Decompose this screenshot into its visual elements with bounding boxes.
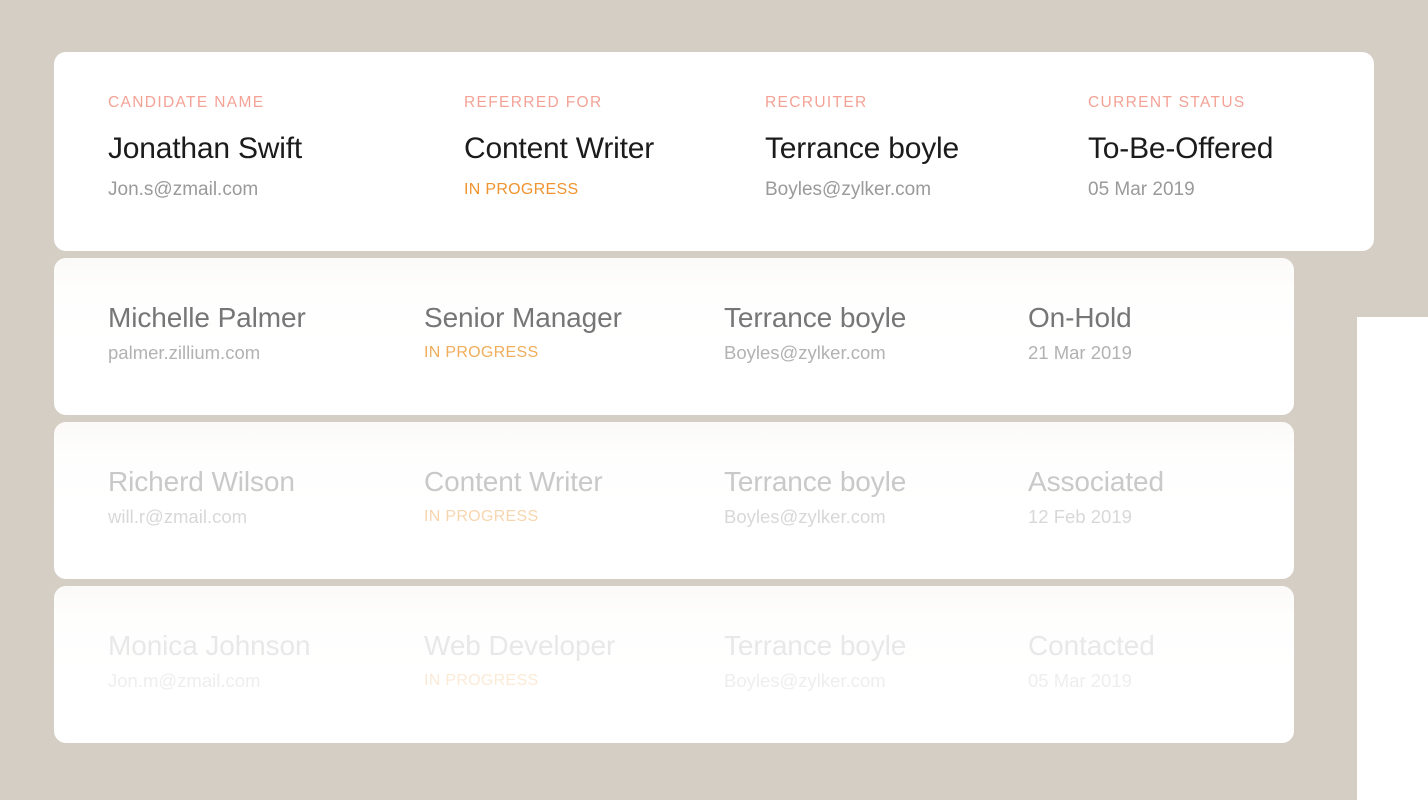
candidate-referral-board: CANDIDATE NAME Jonathan Swift Jon.s@zmai… (0, 0, 1428, 800)
row-candidate-email: palmer.zillium.com (108, 342, 261, 363)
row-referred-for: Senior Manager (424, 302, 622, 333)
featured-recruiter-email: Boyles@zylker.com (765, 179, 932, 200)
featured-current-status: To-Be-Offered (1088, 132, 1274, 165)
candidate-row[interactable]: Michelle Palmer palmer.zillium.com Senio… (54, 258, 1294, 415)
row-recruiter-name: Terrance boyle (724, 302, 907, 333)
featured-candidate-email: Jon.s@zmail.com (108, 179, 259, 200)
featured-candidate-card[interactable]: CANDIDATE NAME Jonathan Swift Jon.s@zmai… (54, 52, 1374, 251)
right-side-panel (1357, 317, 1428, 800)
row-referral-status-badge: IN PROGRESS (424, 344, 539, 361)
row-candidate-email: Jon.m@zmail.com (108, 670, 261, 691)
row-columns: Michelle Palmer palmer.zillium.com Senio… (54, 258, 1294, 415)
featured-referred-for: Content Writer (464, 132, 655, 165)
candidate-row[interactable]: Monica Johnson Jon.m@zmail.com Web Devel… (54, 586, 1294, 743)
row-status-date: 12 Feb 2019 (1028, 506, 1132, 527)
row-status-date: 05 Mar 2019 (1028, 670, 1132, 691)
row-columns: Monica Johnson Jon.m@zmail.com Web Devel… (54, 586, 1294, 743)
row-recruiter-email: Boyles@zylker.com (724, 506, 886, 527)
row-recruiter-name: Terrance boyle (724, 630, 907, 661)
row-current-status: Contacted (1028, 630, 1155, 661)
featured-candidate-name: Jonathan Swift (108, 132, 302, 165)
row-referred-for: Content Writer (424, 466, 603, 497)
row-referred-for: Web Developer (424, 630, 616, 661)
row-status-date: 21 Mar 2019 (1028, 342, 1132, 363)
column-header-referred-for: REFERRED FOR (464, 94, 603, 111)
featured-recruiter-name: Terrance boyle (765, 132, 959, 165)
row-columns: Richerd Wilson will.r@zmail.com Content … (54, 422, 1294, 579)
candidate-row[interactable]: Richerd Wilson will.r@zmail.com Content … (54, 422, 1294, 579)
row-candidate-name: Richerd Wilson (108, 466, 295, 497)
featured-card-columns: CANDIDATE NAME Jonathan Swift Jon.s@zmai… (54, 52, 1374, 251)
row-candidate-name: Michelle Palmer (108, 302, 306, 333)
featured-status-date: 05 Mar 2019 (1088, 179, 1195, 200)
row-current-status: Associated (1028, 466, 1164, 497)
row-referral-status-badge: IN PROGRESS (424, 508, 539, 525)
row-candidate-email: will.r@zmail.com (108, 506, 248, 527)
row-recruiter-email: Boyles@zylker.com (724, 342, 886, 363)
row-recruiter-name: Terrance boyle (724, 466, 907, 497)
column-header-current-status: CURRENT STATUS (1088, 94, 1246, 111)
featured-referral-status-badge: IN PROGRESS (464, 181, 579, 198)
column-header-candidate-name: CANDIDATE NAME (108, 94, 265, 111)
column-header-recruiter: RECRUITER (765, 94, 868, 111)
row-referral-status-badge: IN PROGRESS (424, 672, 539, 689)
row-candidate-name: Monica Johnson (108, 630, 311, 661)
row-recruiter-email: Boyles@zylker.com (724, 670, 886, 691)
row-current-status: On-Hold (1028, 302, 1132, 333)
